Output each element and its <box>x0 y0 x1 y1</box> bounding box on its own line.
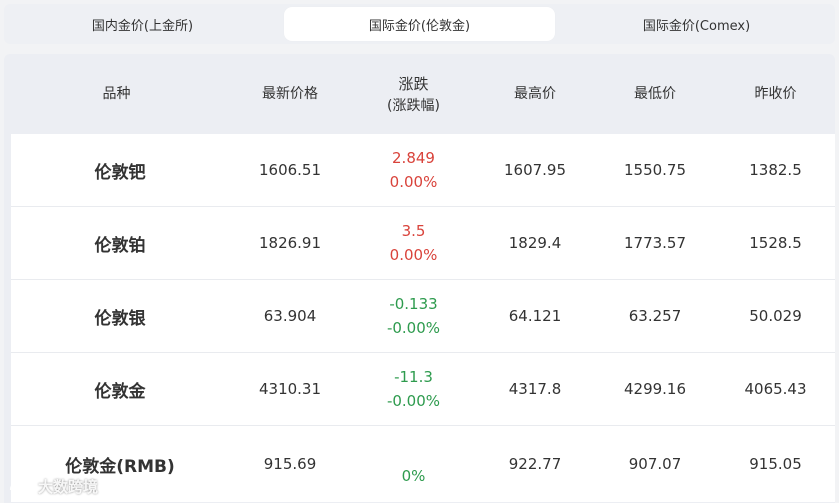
row-change-pct: -0.00% <box>386 319 441 337</box>
table-row[interactable]: 伦敦银 63.904 -0.133 -0.00% 64.121 63.257 5… <box>11 280 835 353</box>
row-price: 63.904 <box>263 307 317 325</box>
row-low: 907.07 <box>628 455 682 473</box>
table-row[interactable]: 伦敦金 4310.31 -11.3 -0.00% 4317.8 4299.16 … <box>11 353 835 426</box>
row-high: 1607.95 <box>503 161 567 179</box>
row-change-pct: 0.00% <box>389 173 438 191</box>
row-change-pct: 0.00% <box>389 246 438 264</box>
row-price: 1606.51 <box>258 161 322 179</box>
watermark: 大数跨境 <box>8 476 98 497</box>
header-price: 最新价格 <box>262 85 318 102</box>
row-price: 4310.31 <box>258 380 322 398</box>
row-prev: 915.05 <box>749 455 802 473</box>
tab-comex-gold[interactable]: 国际金价(Comex) <box>561 7 832 41</box>
row-name: 伦敦金 <box>94 381 146 402</box>
row-high: 922.77 <box>508 455 562 473</box>
row-low: 4299.16 <box>623 380 687 398</box>
tab-domestic-gold[interactable]: 国内金价(上金所) <box>7 7 278 41</box>
market-tabs: 国内金价(上金所) 国际金价(伦敦金) 国际金价(Comex) <box>4 4 835 44</box>
tab-london-gold[interactable]: 国际金价(伦敦金) <box>284 7 555 41</box>
row-change: 3.5 0.00% <box>351 219 476 267</box>
row-change-value: 3.5 <box>401 222 426 240</box>
row-high: 1829.4 <box>508 234 562 252</box>
row-prev: 4065.43 <box>744 380 807 398</box>
header-change-label: 涨跌 <box>398 74 429 93</box>
table-body: 伦敦钯 1606.51 2.849 0.00% 1607.95 1550.75 … <box>11 134 835 502</box>
row-change: 0% <box>351 440 476 488</box>
row-change-value: -11.3 <box>394 368 433 386</box>
header-name: 品种 <box>102 85 131 102</box>
row-low: 1773.57 <box>623 234 687 252</box>
row-name: 伦敦铂 <box>94 235 146 256</box>
table-row[interactable]: 伦敦铂 1826.91 3.5 0.00% 1829.4 1773.57 152… <box>11 207 835 280</box>
header-change-pct-label: (涨跌幅) <box>387 97 440 114</box>
header-high: 最高价 <box>514 85 556 102</box>
table-row[interactable]: 伦敦钯 1606.51 2.849 0.00% 1607.95 1550.75 … <box>11 134 835 207</box>
header-prev: 昨收价 <box>754 85 797 102</box>
brand-logo-icon <box>9 481 33 493</box>
row-change-value: -0.133 <box>389 295 438 313</box>
row-change-value: 2.849 <box>392 149 435 167</box>
row-change-pct: 0% <box>401 467 426 485</box>
row-prev: 50.029 <box>749 307 802 325</box>
row-change: -0.133 -0.00% <box>351 292 476 340</box>
row-high: 64.121 <box>508 307 562 325</box>
row-name: 伦敦金(RMB) <box>65 456 175 477</box>
table-header: 品种 最新价格 涨跌 (涨跌幅) 最高价 最低价 昨收价 <box>4 54 835 134</box>
row-low: 1550.75 <box>623 161 687 179</box>
price-table: 品种 最新价格 涨跌 (涨跌幅) 最高价 最低价 昨收价 伦敦钯 1606.51… <box>4 54 835 503</box>
row-name: 伦敦钯 <box>94 162 146 183</box>
row-low: 63.257 <box>628 307 682 325</box>
row-change: 2.849 0.00% <box>351 146 476 194</box>
row-name: 伦敦银 <box>94 308 146 329</box>
header-low: 最低价 <box>634 85 676 102</box>
row-high: 4317.8 <box>508 380 562 398</box>
watermark-text: 大数跨境 <box>38 478 99 496</box>
row-change: -11.3 -0.00% <box>351 365 476 413</box>
row-change-pct: -0.00% <box>386 392 441 410</box>
row-prev: 1382.5 <box>749 161 802 179</box>
row-price: 1826.91 <box>258 234 322 252</box>
table-row[interactable]: 伦敦金(RMB) 915.69 0% 922.77 907.07 915.05 <box>11 426 835 502</box>
header-change: 涨跌 (涨跌幅) <box>351 72 476 117</box>
row-price: 915.69 <box>263 455 317 473</box>
row-prev: 1528.5 <box>749 234 802 252</box>
